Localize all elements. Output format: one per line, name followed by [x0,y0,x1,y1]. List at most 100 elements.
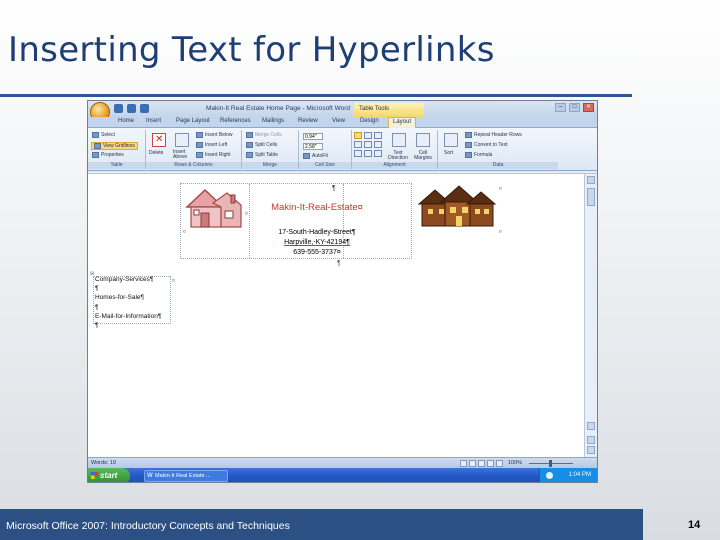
group-label-merge: Merge [242,162,298,169]
close-icon[interactable]: ✕ [583,103,594,112]
word-window-screenshot: Makin-It Real Estate Home Page - Microso… [87,100,598,483]
clock: 1:04 PM [568,472,591,478]
split-cells-button[interactable]: Split Cells [246,142,277,148]
select-button[interactable]: Select [92,132,115,138]
tab-mailings[interactable]: Mailings [262,118,284,124]
tab-page-layout[interactable]: Page Layout [176,118,210,124]
text-direction-icon[interactable] [392,133,406,147]
status-bar: Words: 19 100% [88,457,597,468]
end-of-row-mark: ¤ [172,278,175,284]
properties-button[interactable]: Properties [92,152,124,158]
slide-page-number: 14 [688,519,701,531]
table-gridline [249,184,250,258]
column-width-field[interactable]: 2.58" [303,143,323,150]
tab-home[interactable]: Home [118,118,134,124]
autofit-button[interactable]: AutoFit [303,153,328,159]
view-gridlines-button[interactable]: View Gridlines [91,142,138,150]
outline-icon[interactable] [487,460,494,467]
end-of-cell-mark: ¤ [245,211,248,217]
save-icon[interactable] [114,104,123,113]
insert-above-icon[interactable] [175,133,189,147]
scroll-thumb[interactable] [587,188,595,206]
align-bottom-right-icon[interactable] [374,150,382,157]
start-button[interactable]: start [88,468,130,482]
vertical-scrollbar[interactable] [584,174,597,457]
insert-below-button[interactable]: Insert Below [196,132,233,138]
document-page[interactable]: ¤ ¤ ¤ ¤ ¤ ¶ Makin-It-Real-Estate¤ 17-Sou… [88,174,586,457]
ribbon: Select View Gridlines Properties Table D… [88,128,597,171]
align-top-left-icon[interactable] [354,132,362,139]
group-cell-size: 0.94" 2.58" AutoFit Cell Size [299,130,352,169]
tab-design[interactable]: Design [360,118,379,124]
restore-icon[interactable]: □ [569,103,580,112]
align-center-icon[interactable] [364,141,372,148]
minimize-icon[interactable]: – [555,103,566,112]
end-of-cell-mark: ¤ [499,186,502,192]
pilcrow: ¶ [332,185,336,192]
group-label-rows-columns: Rows & Columns [146,162,241,169]
delete-icon[interactable] [152,133,166,147]
slide-title: Inserting Text for Hyperlinks [8,30,495,70]
sort-button[interactable]: Sort [444,150,453,156]
list-item: Company-Services¶ [95,276,154,283]
list-item: ¶ [95,303,99,311]
tab-review[interactable]: Review [298,118,318,124]
split-table-button[interactable]: Split Table [246,152,278,158]
cell-alignment-grid [354,132,382,157]
insert-right-button[interactable]: Insert Right [196,152,231,158]
taskbar-item-word[interactable]: Makin-It Real Estate ... [144,470,228,482]
align-center-left-icon[interactable] [354,141,362,148]
address-street: 17-South-Hadley-Street¶ [278,229,356,236]
cell-margins-button[interactable]: Cell Margins [413,151,433,161]
address-city: Harpville,-KY-42194¶ [284,239,350,246]
word-count[interactable]: Words: 19 [91,460,116,466]
align-bottom-center-icon[interactable] [364,150,372,157]
print-layout-icon[interactable] [460,460,467,467]
window-controls: – □ ✕ [555,103,594,112]
align-top-center-icon[interactable] [364,132,372,139]
tab-references[interactable]: References [220,118,251,124]
scroll-down-icon[interactable] [587,422,595,430]
ribbon-tabs: Home Insert Page Layout References Maili… [88,117,597,128]
formula-button[interactable]: Formula [465,152,492,158]
pink-house-clipart [185,188,242,228]
title-divider [0,94,632,97]
tab-layout[interactable]: Layout [388,117,417,128]
draft-icon[interactable] [496,460,503,467]
zoom-level[interactable]: 100% [508,460,522,466]
undo-icon[interactable] [127,104,136,113]
align-bottom-left-icon[interactable] [354,150,362,157]
company-name: Makin-It-Real-Estate¤ [271,202,363,213]
tab-view[interactable]: View [332,118,345,124]
zoom-slider[interactable] [529,460,573,467]
list-item: ¶ [95,285,99,293]
quick-access-toolbar [114,104,149,113]
insert-left-button[interactable]: Insert Left [196,142,227,148]
table-move-handle[interactable]: ⊞ [90,271,94,277]
brown-houses-clipart [417,185,497,227]
group-rows-columns: Delete Insert Above Insert Below Insert … [146,130,242,169]
convert-to-text-button[interactable]: Convert to Text [465,142,508,148]
repeat-header-rows-button[interactable]: Repeat Header Rows [465,132,522,138]
tab-insert[interactable]: Insert [146,118,161,124]
group-data: Sort Repeat Header Rows Convert to Text … [438,130,558,169]
text-direction-button[interactable]: Text Direction [386,151,410,161]
sort-icon[interactable] [444,133,458,147]
insert-above-button[interactable]: Insert Above [173,150,193,160]
list-item: ¶ [95,322,99,330]
align-top-right-icon[interactable] [374,132,382,139]
tray-icon[interactable] [546,472,553,479]
scroll-up-icon[interactable] [587,176,595,184]
redo-icon[interactable] [140,104,149,113]
previous-page-icon[interactable] [587,436,595,444]
align-center-right-icon[interactable] [374,141,382,148]
delete-button[interactable]: Delete [149,150,163,156]
list-item: Homes-for-Sale¶ [95,294,145,302]
system-tray: 1:04 PM [539,468,597,482]
full-screen-reading-icon[interactable] [469,460,476,467]
web-layout-icon[interactable] [478,460,485,467]
next-page-icon[interactable] [587,446,595,454]
cell-margins-icon[interactable] [416,133,430,147]
row-height-field[interactable]: 0.94" [303,133,323,140]
merge-cells-button[interactable]: Merge Cells [246,132,282,138]
